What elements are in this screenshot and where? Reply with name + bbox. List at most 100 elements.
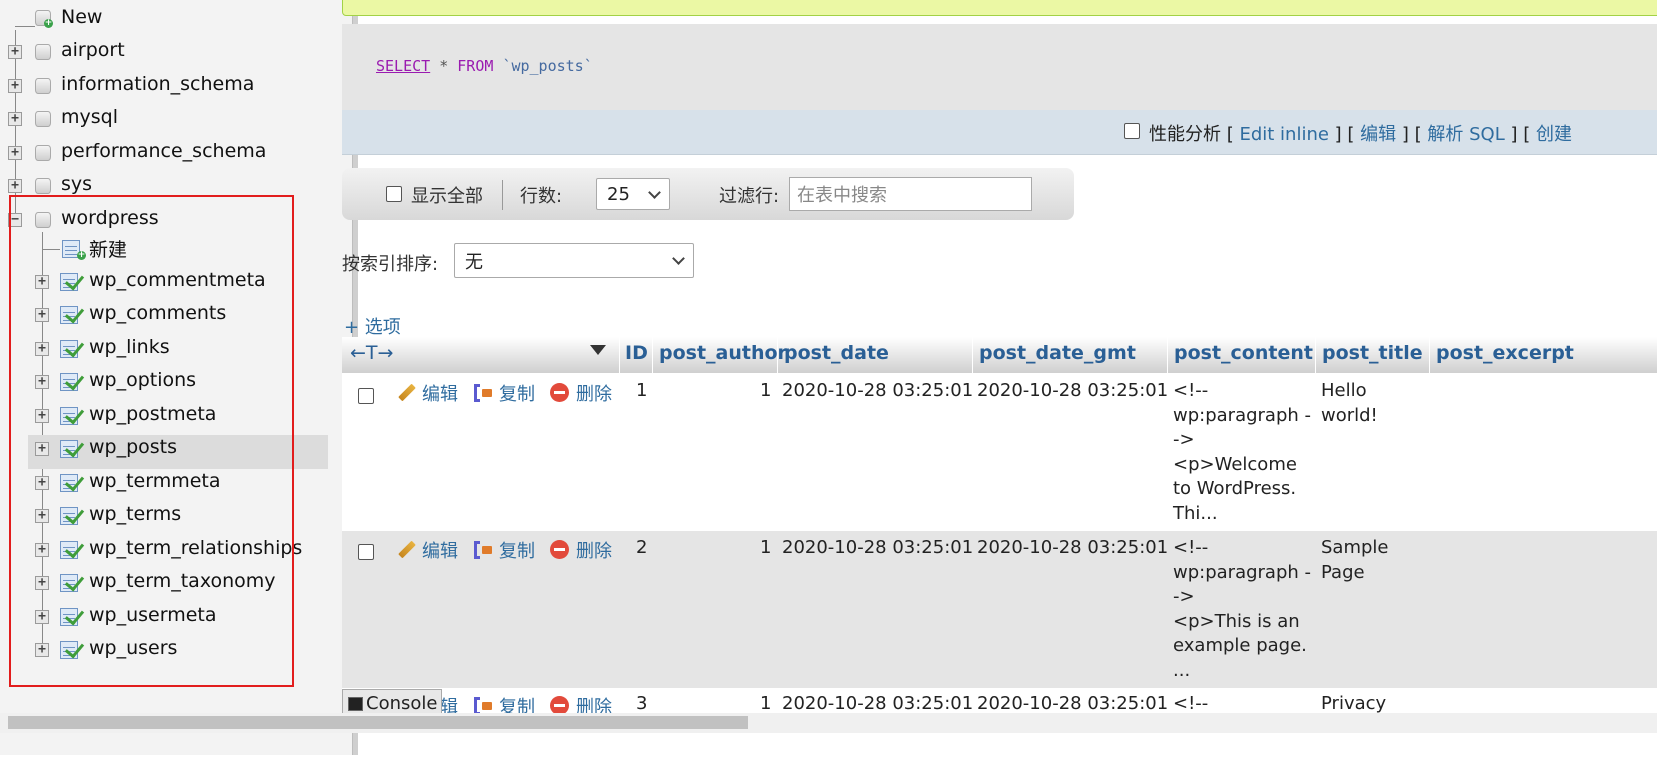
column-header-post-author[interactable]: post_author xyxy=(659,342,787,364)
expand-icon[interactable]: + xyxy=(8,146,22,160)
column-header-id[interactable]: ID xyxy=(625,342,648,364)
horizontal-scrollbar[interactable] xyxy=(0,713,1657,733)
edit-sql-link[interactable]: 编辑 xyxy=(1360,124,1396,145)
bracket: ] xyxy=(1396,124,1409,145)
cell-post-content[interactable]: <!-- wp:paragraph - -> <p>Welcome to Wor… xyxy=(1173,379,1311,526)
db-node-mysql[interactable]: + mysql xyxy=(0,104,320,134)
column-separator xyxy=(1315,337,1316,373)
nav-new[interactable]: + New xyxy=(0,4,320,34)
expand-icon[interactable]: + xyxy=(8,45,22,59)
cell-post-author[interactable]: 1 xyxy=(760,379,771,404)
filter-rows-input[interactable]: 在表中搜索 xyxy=(789,177,1032,211)
database-icon xyxy=(35,143,51,161)
content-line: <p>This is an xyxy=(1173,610,1300,632)
column-separator xyxy=(1167,337,1168,373)
sql-keyword-from: FROM xyxy=(457,57,494,75)
copy-row-link[interactable]: 复制 xyxy=(499,380,535,406)
cell-post-date-gmt[interactable]: 2020-10-28 03:25:01 xyxy=(977,379,1168,404)
db-label[interactable]: performance_schema xyxy=(61,140,266,162)
divider xyxy=(502,180,503,210)
db-label[interactable]: information_schema xyxy=(61,73,254,95)
show-all-label[interactable]: 显示全部 xyxy=(411,182,483,208)
row-select-checkbox[interactable] xyxy=(358,544,374,560)
explain-sql-link[interactable]: 解析 SQL xyxy=(1427,124,1504,145)
cell-post-title[interactable]: Sample Page xyxy=(1321,536,1389,585)
edit-row-link[interactable]: 编辑 xyxy=(422,380,458,406)
title-line: Hello xyxy=(1321,380,1367,401)
show-all-checkbox[interactable] xyxy=(386,186,402,202)
column-header-post-title[interactable]: post_title xyxy=(1322,342,1423,364)
title-line: Page xyxy=(1321,561,1365,583)
sort-by-key-value: 无 xyxy=(465,251,483,273)
column-separator xyxy=(652,337,653,373)
cell-post-title[interactable]: Hello world! xyxy=(1321,379,1378,428)
filter-label: 过滤行: xyxy=(719,186,780,207)
sql-keyword-select[interactable]: SELECT xyxy=(376,57,430,75)
column-header-post-date[interactable]: post_date xyxy=(784,342,889,364)
column-header-post-date-gmt[interactable]: post_date_gmt xyxy=(979,342,1136,364)
content-line: example page. xyxy=(1173,635,1307,656)
bracket: ] xyxy=(1328,124,1342,145)
content-line: <!-- xyxy=(1173,380,1209,401)
content-line: ... xyxy=(1173,659,1191,681)
pencil-icon[interactable] xyxy=(396,383,416,403)
table-row: 编辑 复制 删除 2 1 2020-10-28 03:25:01 2020-10… xyxy=(342,531,1657,688)
content-line: -> xyxy=(1173,429,1195,450)
delete-icon[interactable] xyxy=(550,540,569,559)
new-database-icon: + xyxy=(35,8,53,28)
expand-icon[interactable]: + xyxy=(8,79,22,93)
db-label[interactable]: airport xyxy=(61,39,125,61)
sort-by-key-select[interactable]: 无 xyxy=(454,243,694,278)
column-header-post-excerpt[interactable]: post_excerpt xyxy=(1436,342,1574,364)
copy-icon[interactable] xyxy=(472,539,494,561)
sql-query-text: SELECT * FROM `wp_posts` xyxy=(376,57,593,75)
column-resize-arrows[interactable]: ←T→ xyxy=(350,342,393,364)
sql-links-bar: 性能分析 [ Edit inline ] [ 编辑 ] [ 解析 SQL ] [… xyxy=(342,110,1657,155)
database-icon xyxy=(35,42,51,60)
expand-icon[interactable]: + xyxy=(8,112,22,126)
column-separator xyxy=(777,337,778,373)
delete-row-link[interactable]: 删除 xyxy=(576,380,612,406)
cell-post-date[interactable]: 2020-10-28 03:25:01 xyxy=(782,536,973,561)
copy-row-link[interactable]: 复制 xyxy=(499,537,535,563)
cell-post-author[interactable]: 1 xyxy=(760,536,771,561)
column-header-post-content[interactable]: post_content xyxy=(1174,342,1313,364)
scrollbar-thumb[interactable] xyxy=(8,716,748,729)
db-label[interactable]: mysql xyxy=(61,106,118,128)
edit-inline-link[interactable]: Edit inline xyxy=(1239,124,1328,145)
tree-line xyxy=(15,26,35,27)
title-line: Sample xyxy=(1321,537,1389,558)
sql-query-box: SELECT * FROM `wp_posts` xyxy=(342,24,1657,110)
create-php-link[interactable]: 创建 xyxy=(1536,124,1572,145)
row-select-checkbox[interactable] xyxy=(358,388,374,404)
sql-table-name: `wp_posts` xyxy=(502,57,593,75)
copy-icon[interactable] xyxy=(472,382,494,404)
chevron-down-icon xyxy=(648,186,661,199)
cell-id[interactable]: 1 xyxy=(636,379,647,404)
sort-dropdown-icon[interactable] xyxy=(590,345,606,355)
success-message-bar xyxy=(342,0,1657,16)
content-line: -> xyxy=(1173,586,1195,607)
bracket: [ xyxy=(1408,124,1428,145)
nav-new-label: New xyxy=(61,6,103,28)
profiling-checkbox[interactable] xyxy=(1124,123,1140,139)
results-table-header: ←T→ ID post_author post_date post_date_g… xyxy=(342,337,1657,373)
cell-id[interactable]: 2 xyxy=(636,536,647,561)
sql-star: * xyxy=(430,57,458,75)
expand-icon[interactable]: + xyxy=(8,179,22,193)
db-node-performance-schema[interactable]: + performance_schema xyxy=(0,138,320,168)
cell-post-content[interactable]: <!-- wp:paragraph - -> <p>This is an exa… xyxy=(1173,536,1311,683)
rows-per-page-select[interactable]: 25 xyxy=(596,178,670,210)
db-label[interactable]: sys xyxy=(61,173,92,195)
db-node-information-schema[interactable]: + information_schema xyxy=(0,71,320,101)
cell-post-date-gmt[interactable]: 2020-10-28 03:25:01 xyxy=(977,536,1168,561)
chevron-down-icon xyxy=(672,252,685,265)
options-link[interactable]: + 选项 xyxy=(344,313,401,339)
delete-row-link[interactable]: 删除 xyxy=(576,537,612,563)
edit-row-link[interactable]: 编辑 xyxy=(422,537,458,563)
cell-post-date[interactable]: 2020-10-28 03:25:01 xyxy=(782,379,973,404)
pencil-icon[interactable] xyxy=(396,540,416,560)
db-node-airport[interactable]: + airport xyxy=(0,37,320,67)
delete-icon[interactable] xyxy=(550,383,569,402)
bracket: [ xyxy=(1221,124,1240,145)
